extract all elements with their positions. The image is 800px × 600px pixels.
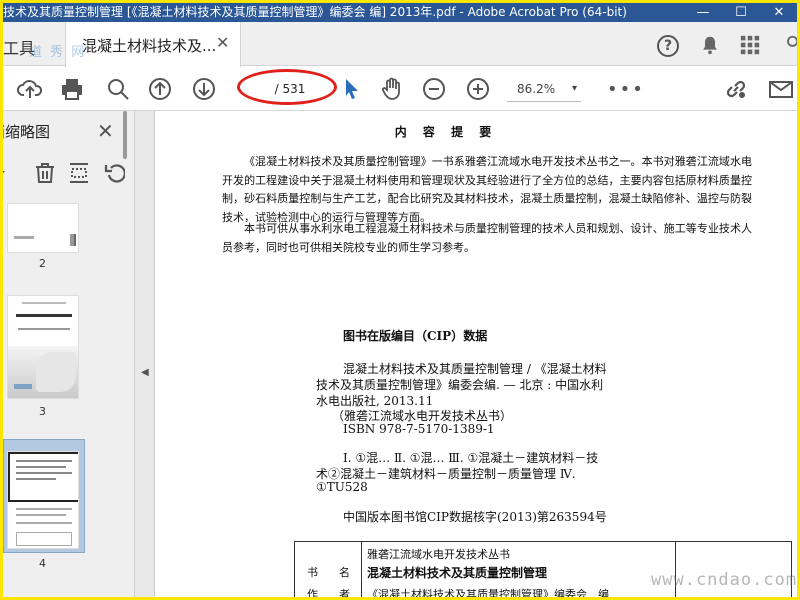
zoom-level-dropdown[interactable]: 86.2% ▾ [507,76,581,102]
tab-document[interactable]: 混凝土材料技术及... ✕ [65,22,241,67]
cip-line: 技术及其质量控制管理》编委会编. — 北京 : 中国水利 [316,378,604,392]
tab-close-icon[interactable]: ✕ [216,33,229,52]
cip-line: ①TU528 [316,480,368,494]
apps-grid-icon[interactable] [737,32,763,58]
pdf-page: 内 容 提 要 《混凝土材料技术及其质量控制管理》一书系雅砻江流域水电开发技术丛… [156,111,797,597]
maximize-button[interactable]: ☐ [723,3,759,22]
options-dropdown-icon[interactable] [3,161,7,185]
cip-line: 中国版本图书馆CIP数据核字(2013)第263594号 [343,510,607,524]
tab-bar: 工具 混凝土材料技术及... ✕ ? 道 秀 网 [3,22,797,67]
delete-page-icon[interactable] [33,161,57,185]
author-value: 《混凝土材料技术及其质量控制管理》编委会 编 [367,588,609,597]
label-book: 书 [307,566,318,579]
close-window-button[interactable]: ✕ [761,3,797,22]
share-link-icon[interactable] [723,76,749,102]
cip-line: ISBN 978-7-5170-1389-1 [343,422,495,436]
chevron-down-icon: ▾ [571,83,577,94]
thumbnail-panel: 页面缩略图 ✕ 2 [3,111,135,597]
tab-document-label: 混凝土材料技术及... [82,37,217,55]
panel-close-icon[interactable]: ✕ [97,119,114,143]
bell-icon[interactable] [697,32,723,58]
summary-paragraph-1: 《混凝土材料技术及其质量控制管理》一书系雅砻江流域水电开发技术丛书之一。本书对雅… [222,155,752,224]
cip-line: 混凝土材料技术及其质量控制管理 / 《混凝土材料 [343,362,607,376]
label-name: 名 [339,566,350,579]
cip-heading: 图书在版编目（CIP）数据 [343,329,488,343]
more-tools-icon[interactable]: ••• [607,79,645,100]
panel-title: 页面缩略图 [3,123,51,141]
zoom-value: 86.2% [517,82,556,96]
window-title: 技术及其质量控制管理 [《混凝土材料技术及其质量控制管理》编委会 编] 2013… [3,5,627,19]
thumbnail-toolbar [3,157,135,191]
previous-page-icon[interactable] [147,76,173,102]
page-thumbnail[interactable] [7,451,79,549]
cip-line: Ⅰ. ①混… Ⅱ. ①混… Ⅲ. ①混凝土－建筑材料－技 [343,451,599,465]
thumbnail-scrollbar[interactable] [123,111,127,159]
page-thumbnail-number: 3 [39,405,46,418]
email-icon[interactable] [767,76,797,102]
select-cursor-icon[interactable] [339,76,365,102]
page-thumbnail[interactable] [7,295,79,399]
acrobat-window: 技术及其质量控制管理 [《混凝土材料技术及其质量控制管理》编委会 编] 2013… [3,3,797,597]
collapse-panel-icon[interactable]: ◀ [141,367,149,378]
watermark-top-left: 道 秀 网 [29,45,87,60]
title-bar: 技术及其质量控制管理 [《混凝土材料技术及其质量控制管理》编委会 编] 2013… [3,3,797,22]
minimize-button[interactable]: — [685,3,721,22]
cloud-upload-icon[interactable] [17,76,43,102]
label-author-1: 作 [307,588,318,597]
label-author-2: 者 [339,588,350,597]
panel-splitter[interactable]: ◀ [135,111,155,597]
hand-tool-icon[interactable] [379,76,405,102]
extract-page-icon[interactable] [67,161,91,185]
highlight-oval [237,69,337,105]
next-page-icon[interactable] [191,76,217,102]
rotate-page-icon[interactable] [103,161,125,185]
document-view[interactable]: 内 容 提 要 《混凝土材料技术及其质量控制管理》一书系雅砻江流域水电开发技术丛… [156,111,797,597]
summary-paragraph-2: 本书可供从事水利水电工程混凝土材料技术与质量控制管理的技术人员和规划、设计、施工… [222,222,752,254]
watermark-bottom-right: www.cndao.com [651,570,797,590]
content-summary-heading: 内 容 提 要 [394,125,498,139]
search-icon[interactable] [105,76,131,102]
thumbnail-list[interactable]: 2 3 4 [3,195,121,597]
zoom-in-icon[interactable] [465,76,491,102]
help-icon[interactable]: ? [655,32,681,58]
sign-in-icon[interactable] [779,32,797,58]
page-thumbnail[interactable] [7,203,79,253]
page-thumbnail-number: 4 [39,557,46,570]
zoom-out-icon[interactable] [421,76,447,102]
book-title: 混凝土材料技术及其质量控制管理 [367,566,548,580]
main-toolbar: / 531 86.2% ▾ ••• [3,67,797,111]
print-icon[interactable] [59,76,85,102]
series-name: 雅砻江流域水电开发技术丛书 [367,548,510,561]
page-thumbnail-number: 2 [39,257,46,270]
